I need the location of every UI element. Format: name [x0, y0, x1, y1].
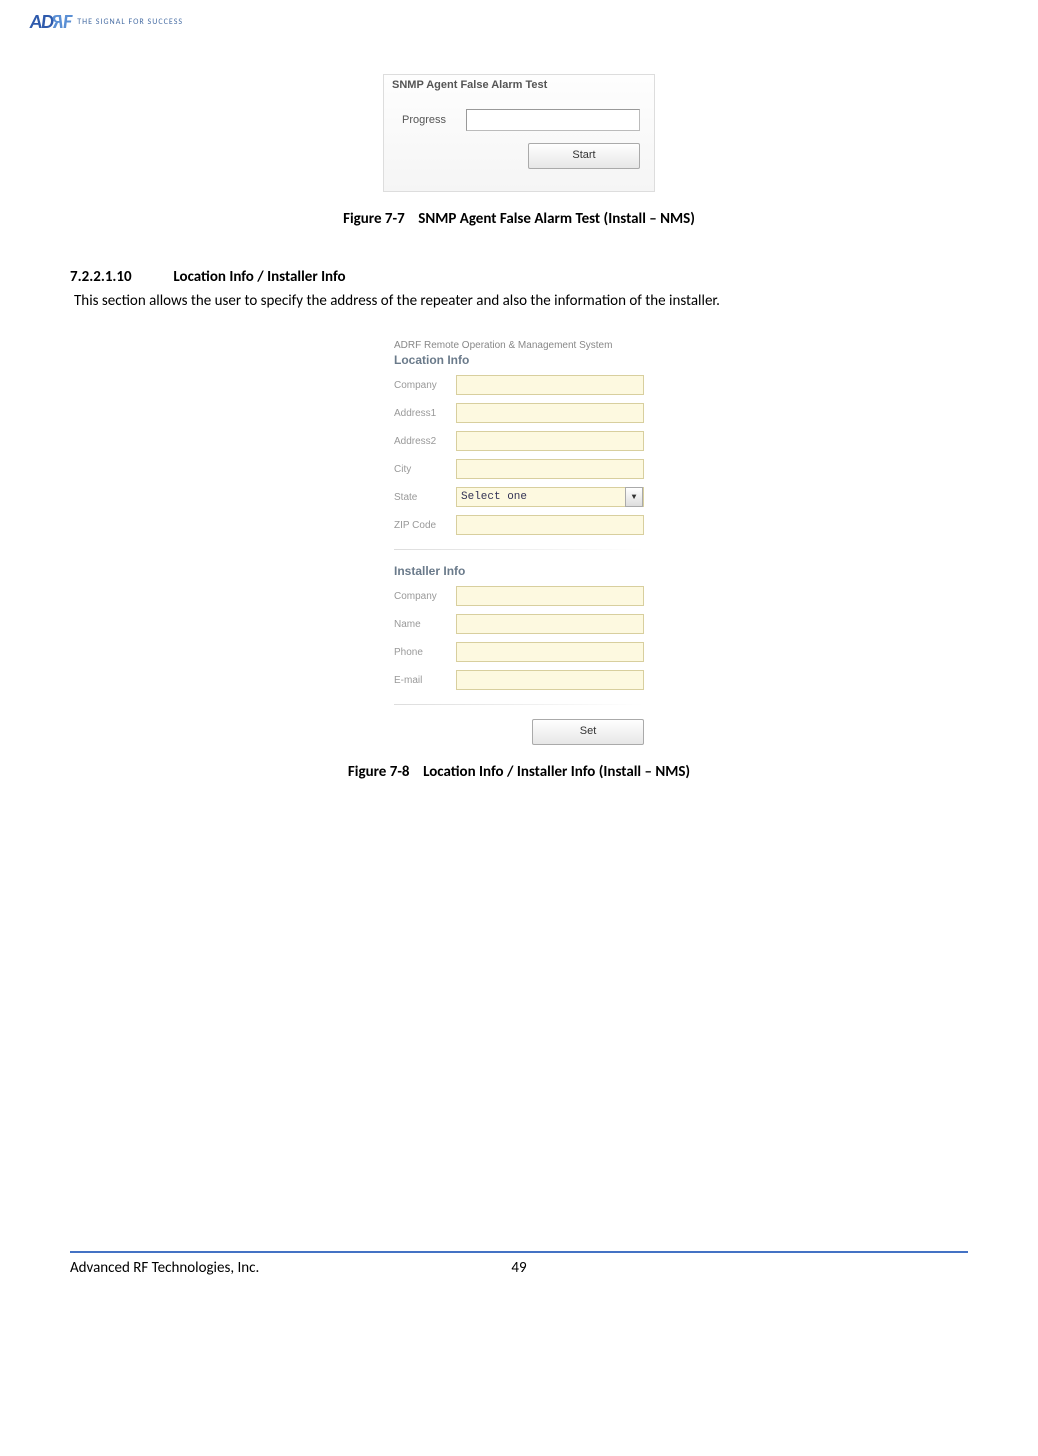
figure-7-7-caption: Figure 7-7 SNMP Agent False Alarm Test (…	[70, 210, 968, 228]
zip-input[interactable]	[456, 515, 644, 535]
installer-name-label: Name	[394, 619, 456, 630]
installer-phone-input[interactable]	[456, 642, 644, 662]
figure-7-8-caption: Figure 7-8 Location Info / Installer Inf…	[70, 763, 968, 781]
zip-label: ZIP Code	[394, 520, 456, 531]
address1-input[interactable]	[456, 403, 644, 423]
address2-label: Address2	[394, 436, 456, 447]
caption-text: SNMP Agent False Alarm Test (Install – N…	[418, 210, 695, 228]
installer-phone-label: Phone	[394, 647, 456, 658]
state-select-value: Select one	[461, 491, 527, 503]
header-logo-row: ADRF THE SIGNAL FOR SUCCESS	[30, 0, 968, 44]
section-number: 7.2.2.1.10	[70, 268, 170, 286]
progress-input[interactable]	[466, 109, 640, 131]
section-heading: 7.2.2.1.10 Location Info / Installer Inf…	[70, 268, 968, 286]
installer-company-input[interactable]	[456, 586, 644, 606]
location-installer-panel: ADRF Remote Operation & Management Syste…	[394, 340, 644, 745]
progress-label: Progress	[402, 114, 466, 126]
section-body: This section allows the user to specify …	[74, 292, 968, 310]
start-button[interactable]: Start	[528, 143, 640, 169]
installer-email-label: E-mail	[394, 675, 456, 686]
company-label: Company	[394, 380, 456, 391]
caption-prefix: Figure 7-7	[343, 210, 405, 228]
city-input[interactable]	[456, 459, 644, 479]
company-input[interactable]	[456, 375, 644, 395]
logo-tagline: THE SIGNAL FOR SUCCESS	[77, 17, 183, 27]
city-label: City	[394, 464, 456, 475]
installer-name-input[interactable]	[456, 614, 644, 634]
panel2-supertitle: ADRF Remote Operation & Management Syste…	[394, 340, 644, 351]
installer-info-title: Installer Info	[394, 564, 644, 578]
state-select[interactable]: Select one ▼	[456, 487, 644, 507]
location-info-title: Location Info	[394, 353, 644, 367]
footer-company: Advanced RF Technologies, Inc.	[70, 1259, 489, 1277]
snmp-panel-title: SNMP Agent False Alarm Test	[388, 75, 650, 97]
installer-company-label: Company	[394, 591, 456, 602]
caption-prefix-2: Figure 7-8	[348, 763, 410, 781]
figure-7-8-block: ADRF Remote Operation & Management Syste…	[70, 340, 968, 781]
address2-input[interactable]	[456, 431, 644, 451]
set-button[interactable]: Set	[532, 719, 644, 745]
state-label: State	[394, 492, 456, 503]
installer-email-input[interactable]	[456, 670, 644, 690]
page-footer: Advanced RF Technologies, Inc. 49	[70, 1251, 968, 1297]
address1-label: Address1	[394, 408, 456, 419]
footer-page-number: 49	[489, 1259, 549, 1277]
figure-7-7-block: SNMP Agent False Alarm Test Progress Sta…	[70, 74, 968, 228]
section-title: Location Info / Installer Info	[173, 268, 345, 286]
caption-text-2: Location Info / Installer Info (Install …	[423, 763, 690, 781]
snmp-panel: SNMP Agent False Alarm Test Progress Sta…	[383, 74, 655, 192]
chevron-down-icon: ▼	[625, 487, 643, 507]
divider	[394, 549, 644, 550]
divider-2	[394, 704, 644, 705]
footer-rule	[70, 1251, 968, 1253]
logo-text: ADRF	[30, 10, 71, 34]
